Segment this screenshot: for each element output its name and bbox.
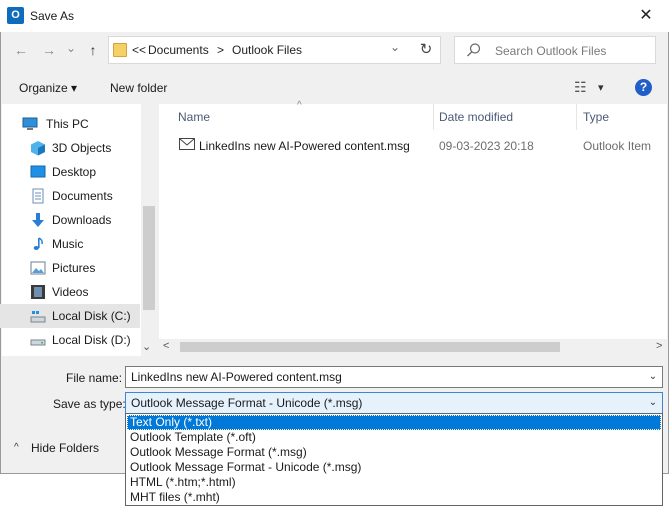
help-icon[interactable]: ? — [635, 79, 652, 96]
up-arrow-icon[interactable]: ↑ — [84, 41, 102, 59]
sidebar-item-label: 3D Objects — [52, 141, 112, 155]
sidebar-item-desktop[interactable]: Desktop — [0, 160, 140, 184]
column-divider[interactable] — [433, 104, 434, 130]
change-view-icon[interactable]: ☷ — [574, 79, 587, 96]
address-dropdown-chevron-icon[interactable]: ⌄ — [390, 40, 400, 54]
scroll-left-icon[interactable]: < — [163, 340, 169, 352]
option-outlook-message-format[interactable]: Outlook Message Format (*.msg) — [127, 445, 661, 460]
documents-icon — [32, 188, 44, 204]
search-icon — [467, 43, 481, 57]
videos-icon — [31, 285, 45, 299]
pictures-icon — [30, 261, 46, 275]
sidebar-item-label: This PC — [46, 117, 89, 131]
sidebar-item-documents[interactable]: Documents — [0, 184, 140, 208]
window-title: Save As — [30, 9, 75, 23]
drive-icon — [30, 311, 46, 323]
save-as-type-label: Save as type: — [53, 397, 126, 411]
hide-folders-button[interactable]: Hide Folders — [31, 441, 99, 455]
option-outlook-message-format-unicode[interactable]: Outlook Message Format - Unicode (*.msg) — [127, 460, 661, 475]
file-type-cell: Outlook Item — [583, 139, 652, 153]
sidebar-item-downloads[interactable]: Downloads — [0, 208, 140, 232]
computer-icon — [22, 117, 38, 130]
option-mht-files[interactable]: MHT files (*.mht) — [127, 490, 661, 505]
file-name-field[interactable]: LinkedIns new AI-Powered content.msg ⌄ — [125, 366, 663, 388]
sidebar-item-label: Pictures — [52, 261, 96, 275]
hide-folders-chevron-icon[interactable]: ^ — [14, 442, 19, 453]
breadcrumb-outlook-files[interactable]: Outlook Files — [232, 43, 302, 57]
scroll-right-icon[interactable]: > — [656, 340, 662, 352]
sidebar-item-label: Local Disk (D:) — [52, 333, 131, 347]
option-text-only[interactable]: Text Only (*.txt) — [127, 415, 661, 430]
view-options-chevron-icon[interactable]: ▾ — [598, 81, 604, 94]
address-bar[interactable]: << Documents > Outlook Files ⌄ — [108, 36, 441, 64]
file-name-cell: LinkedIns new AI-Powered content.msg — [199, 139, 410, 153]
downloads-icon — [32, 213, 44, 227]
column-divider[interactable] — [576, 104, 577, 130]
sidebar-item-label: Local Disk (C:) — [52, 309, 131, 323]
sidebar-item-this-pc[interactable]: This PC — [0, 112, 140, 136]
sidebar-item-label: Downloads — [52, 213, 112, 227]
column-header-date-modified[interactable]: Date modified — [439, 110, 513, 124]
save-as-type-select[interactable]: Outlook Message Format - Unicode (*.msg)… — [125, 392, 663, 414]
outlook-icon: O — [7, 7, 24, 24]
folder-icon — [113, 43, 127, 57]
file-date-cell: 09-03-2023 20:18 — [439, 139, 534, 153]
option-outlook-template[interactable]: Outlook Template (*.oft) — [127, 430, 661, 445]
forward-arrow-icon[interactable]: → — [40, 41, 58, 59]
option-html[interactable]: HTML (*.htm;*.html) — [127, 475, 661, 490]
mail-icon — [179, 138, 195, 150]
sidebar-item-label: Videos — [52, 285, 89, 299]
title-bar — [0, 0, 669, 32]
sidebar-item-3d-objects[interactable]: 3D Objects — [0, 136, 140, 160]
sidebar-item-local-disk-c[interactable]: Local Disk (C:) — [0, 304, 140, 328]
sidebar-item-label: Documents — [52, 189, 113, 203]
sidebar-item-videos[interactable]: Videos — [0, 280, 140, 304]
music-icon — [33, 237, 43, 250]
horizontal-scrollbar-thumb[interactable] — [180, 342, 560, 352]
sidebar-item-pictures[interactable]: Pictures — [0, 256, 140, 280]
sidebar-item-music[interactable]: Music — [0, 232, 140, 256]
save-as-type-dropdown-list: Text Only (*.txt) Outlook Template (*.of… — [125, 413, 663, 506]
organize-button[interactable]: Organize ▾ — [19, 81, 77, 95]
3d-objects-icon — [31, 141, 45, 156]
sidebar-scrollbar-thumb[interactable] — [143, 206, 155, 310]
search-box[interactable]: Search Outlook Files — [454, 36, 656, 64]
desktop-icon — [30, 165, 46, 178]
back-arrow-icon[interactable]: ← — [12, 41, 30, 59]
save-as-type-value: Outlook Message Format - Unicode (*.msg) — [131, 396, 363, 410]
file-name-value: LinkedIns new AI-Powered content.msg — [131, 370, 342, 384]
sidebar-item-label: Music — [52, 237, 84, 251]
scroll-down-chevron-icon[interactable]: ⌄ — [142, 340, 151, 353]
new-folder-button[interactable]: New folder — [110, 81, 167, 95]
column-header-name[interactable]: Name — [178, 110, 210, 124]
recent-locations-chevron-icon[interactable]: ⌄ — [62, 39, 80, 57]
column-header-type[interactable]: Type — [583, 110, 609, 124]
file-name-label: File name: — [66, 371, 123, 385]
breadcrumb-documents[interactable]: Documents — [148, 43, 209, 57]
sort-ascending-icon: ^ — [297, 100, 302, 111]
search-placeholder: Search Outlook Files — [495, 44, 607, 58]
breadcrumb-separator: > — [217, 43, 225, 57]
breadcrumb-overflow[interactable]: << — [132, 43, 146, 57]
refresh-button[interactable]: ↻ — [412, 36, 441, 64]
save-as-type-chevron-icon[interactable]: ⌄ — [646, 396, 660, 410]
sidebar-item-local-disk-d[interactable]: Local Disk (D:) — [0, 328, 140, 352]
sidebar-item-label: Desktop — [52, 165, 97, 179]
file-name-dropdown-chevron-icon[interactable]: ⌄ — [646, 370, 660, 384]
close-icon[interactable]: ✕ — [636, 6, 656, 26]
drive-icon — [30, 339, 46, 346]
